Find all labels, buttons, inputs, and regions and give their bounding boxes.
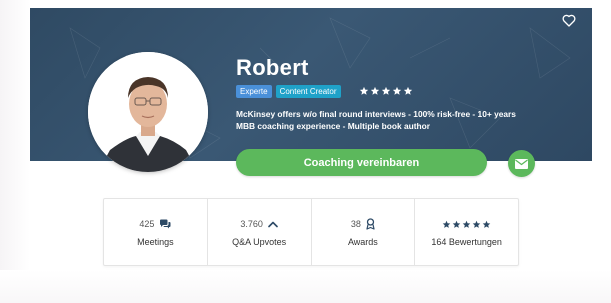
meetings-label: Meetings bbox=[137, 237, 174, 247]
star-icon bbox=[442, 220, 450, 228]
avatar-portrait bbox=[88, 52, 208, 172]
star-icon bbox=[403, 86, 412, 95]
star-icon bbox=[381, 86, 390, 95]
reviews-stars bbox=[442, 220, 492, 229]
chevron-up-icon bbox=[268, 221, 278, 228]
message-button[interactable] bbox=[508, 150, 535, 177]
star-icon bbox=[462, 220, 470, 228]
awards-label: Awards bbox=[347, 237, 378, 247]
tag-content-creator: Content Creator bbox=[275, 84, 341, 98]
stat-reviews[interactable]: 164 Bewertungen bbox=[415, 199, 518, 265]
star-icon bbox=[359, 86, 368, 95]
upvotes-label: Q&A Upvotes bbox=[232, 237, 287, 247]
meetings-count: 425 bbox=[139, 219, 155, 229]
stats-bar: 425 Meetings 3.760 Q&A Upvotes 38 Awards bbox=[103, 198, 519, 266]
reviews-label[interactable]: 164 Bewertungen bbox=[431, 237, 502, 247]
page-left-shade bbox=[0, 0, 30, 303]
tagline-line-1: McKinsey offers w/o final round intervie… bbox=[236, 109, 516, 119]
stat-awards: 38 Awards bbox=[312, 199, 416, 265]
profile-rating-stars bbox=[359, 86, 414, 96]
avatar bbox=[88, 52, 208, 172]
star-icon bbox=[482, 220, 490, 228]
star-icon bbox=[392, 86, 401, 95]
profile-tagline: McKinsey offers w/o final round intervie… bbox=[236, 108, 536, 132]
favorite-heart-icon[interactable] bbox=[561, 12, 577, 28]
tagline-line-2: MBB coaching experience - Multiple book … bbox=[236, 121, 431, 131]
star-icon bbox=[452, 220, 460, 228]
coaching-vereinbaren-button[interactable]: Coaching vereinbaren bbox=[236, 149, 487, 176]
upvotes-count: 3.760 bbox=[240, 219, 263, 229]
awards-count: 38 bbox=[350, 219, 361, 229]
stat-meetings: 425 Meetings bbox=[104, 199, 208, 265]
tag-experte: Experte bbox=[236, 84, 272, 98]
profile-tags: Experte Content Creator bbox=[236, 84, 414, 98]
stat-upvotes: 3.760 Q&A Upvotes bbox=[208, 199, 312, 265]
chat-icon bbox=[160, 219, 171, 228]
profile-name: Robert bbox=[236, 55, 309, 80]
award-icon bbox=[366, 218, 375, 230]
star-icon bbox=[472, 220, 480, 228]
star-icon bbox=[370, 86, 379, 95]
page-bottom-shade bbox=[0, 270, 611, 303]
envelope-icon bbox=[515, 158, 528, 169]
